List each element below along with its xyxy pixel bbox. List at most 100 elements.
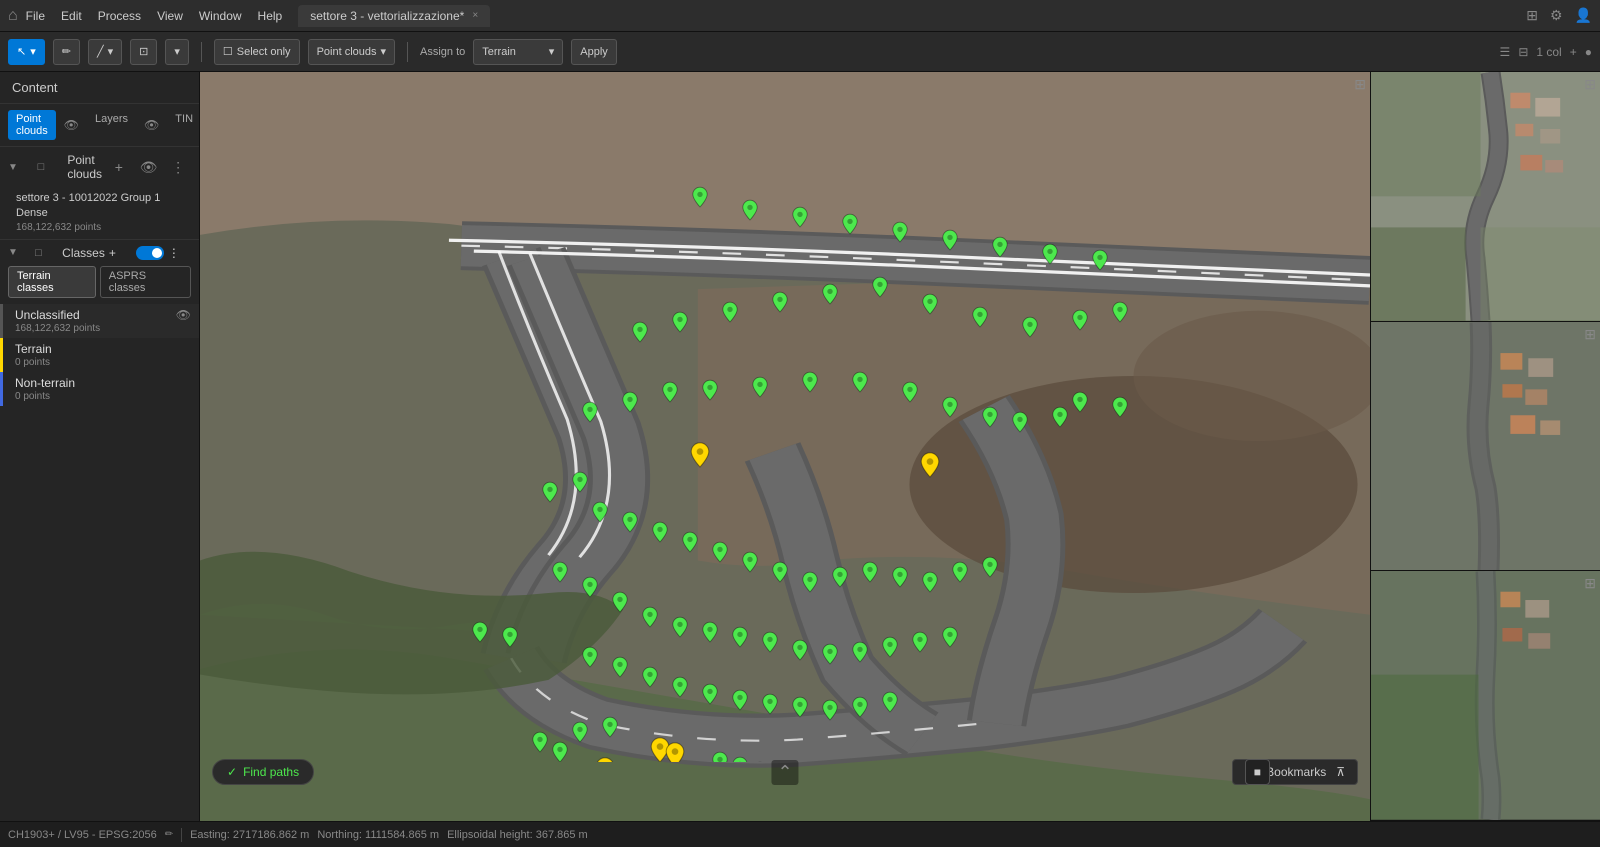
add-col-button[interactable]: + [1570, 45, 1577, 59]
active-tab[interactable]: settore 3 - vettorializzazione* × [298, 5, 490, 27]
assign-to-label: Assign to [420, 46, 465, 58]
main-toolbar: ↖ ▾ ✏ ╱ ▾ ⊡ ▾ ☐ Select only Point clouds… [0, 32, 1600, 72]
point-clouds-dropdown[interactable]: Point clouds ▾ [308, 39, 395, 65]
menu-window[interactable]: Window [199, 9, 242, 23]
draw-icon: ✏ [62, 45, 71, 58]
terrain-dropdown[interactable]: Terrain ▾ [473, 39, 563, 65]
home-icon[interactable]: ⌂ [8, 7, 18, 25]
find-paths-label: Find paths [243, 765, 299, 779]
point-cloud-count: 168,122,632 points [16, 222, 183, 233]
main-area: Content Point clouds 👁 Layers 👁 TIN 👁 ▼ … [0, 72, 1600, 821]
point-cloud-name: settore 3 - 10012022 Group 1 Dense [16, 191, 183, 222]
line-tool-button[interactable]: ╱ ▾ [88, 39, 122, 65]
separator-2 [407, 42, 408, 62]
stop-icon: ■ [1254, 765, 1261, 779]
map-pins-svg [200, 72, 1140, 762]
classes-more-icon[interactable]: ⋮ [168, 246, 191, 260]
tab-point-clouds[interactable]: Point clouds [8, 110, 56, 140]
dot-icon: ● [1585, 45, 1592, 59]
measure-tool-button[interactable]: ⊡ [130, 39, 157, 65]
status-separator [181, 828, 182, 842]
expand-panel-3-icon[interactable]: ⊞ [1584, 575, 1596, 592]
edit-crs-icon[interactable]: ✏ [165, 829, 173, 840]
unclassified-header: Unclassified 👁 [15, 308, 191, 322]
pc-more-icon[interactable]: ⋮ [165, 159, 191, 176]
expand-panel-2-icon[interactable]: ⊞ [1584, 326, 1596, 343]
toolbar-right: ☰ ⊟ 1 col + ● [1500, 45, 1592, 59]
tab-terrain-classes[interactable]: Terrain classes [8, 266, 96, 298]
menu-help[interactable]: Help [258, 9, 283, 23]
point-clouds-header: ▼ □ Point clouds + 👁 ⋮ [0, 147, 199, 187]
collapse-bottom-icon[interactable]: ⌃ [771, 760, 798, 785]
find-paths-button[interactable]: ✓ Find paths [212, 759, 314, 785]
thumbnail-2 [1371, 322, 1600, 571]
pc-visibility-icon[interactable]: 👁 [136, 159, 162, 176]
class-item-terrain: Terrain 0 points [0, 338, 199, 372]
filter-toggle-icon[interactable]: ⊟ [1518, 45, 1528, 59]
grid-icon[interactable]: ⊞ [1526, 7, 1538, 24]
checkbox-icon: ☐ [223, 45, 233, 58]
add-class-button[interactable]: + [109, 246, 132, 260]
line-icon: ╱ [97, 45, 104, 58]
terrain-label: Terrain [15, 342, 52, 356]
apply-button[interactable]: Apply [571, 39, 617, 65]
select-only-button[interactable]: ☐ Select only [214, 39, 300, 65]
terrain-value-label: Terrain [482, 46, 516, 58]
more-tools-button[interactable]: ▾ [165, 39, 189, 65]
right-panel-2: ⊞ [1371, 322, 1600, 572]
menu-file[interactable]: File [26, 9, 45, 23]
height-status: Ellipsoidal height: 367.865 m [447, 829, 588, 841]
content-title: Content [12, 80, 58, 95]
classes-toggle[interactable] [136, 246, 164, 260]
non-terrain-header: Non-terrain [15, 376, 191, 390]
dropdown-chevron-icon: ▾ [381, 45, 387, 58]
menu-edit[interactable]: Edit [61, 9, 82, 23]
classes-collapse-icon[interactable]: ▼ [8, 247, 31, 258]
classes-section: ▼ □ Classes + ⋮ Terrain classes ASPRS cl… [0, 240, 199, 821]
point-clouds-section: ▼ □ Point clouds + 👁 ⋮ settore 3 - 10012… [0, 147, 199, 240]
point-cloud-item: settore 3 - 10012022 Group 1 Dense 168,1… [0, 187, 199, 239]
tab-asprs-classes[interactable]: ASPRS classes [100, 266, 191, 298]
expand-map-icon[interactable]: ⊞ [1354, 76, 1366, 93]
map-viewport[interactable]: ✓ Find paths 🔖 Bookmarks ⊼ ■ ⌃ ⊞ [200, 72, 1370, 821]
stop-recording-button[interactable]: ■ [1245, 759, 1270, 785]
add-point-cloud-button[interactable]: + [106, 159, 132, 175]
right-panel-3: ⊞ [1371, 571, 1600, 821]
thumb-1-svg [1371, 72, 1600, 321]
menu-view[interactable]: View [157, 9, 183, 23]
settings-icon[interactable]: ⚙ [1550, 7, 1563, 24]
filter-icon[interactable]: ☰ [1500, 45, 1511, 59]
thumb-3-svg [1371, 571, 1600, 820]
classes-title: Classes [62, 246, 105, 260]
terrain-dropdown-icon: ▾ [549, 45, 555, 58]
class-item-non-terrain: Non-terrain 0 points [0, 372, 199, 406]
select-dropdown-icon: ▾ [30, 45, 36, 58]
expand-panel-1-icon[interactable]: ⊞ [1584, 76, 1596, 93]
draw-tool-button[interactable]: ✏ [53, 39, 80, 65]
unclassified-visibility-icon[interactable]: 👁 [176, 308, 191, 322]
collapse-icon[interactable]: ▼ [8, 162, 34, 173]
thumbnail-3 [1371, 571, 1600, 820]
northing-status: Northing: 1111584.865 m [317, 829, 439, 841]
select-only-label: Select only [237, 46, 291, 58]
titlebar-actions: ⊞ ⚙ 👤 [1526, 7, 1592, 24]
eye-icon-layers[interactable]: 👁 [136, 110, 167, 140]
apply-label: Apply [580, 46, 608, 58]
right-panels: ⊞ ⊞ [1370, 72, 1600, 821]
pc-icon: □ [38, 161, 64, 173]
eye-icon-point-clouds[interactable]: 👁 [56, 110, 87, 140]
status-bar: CH1903+ / LV95 - EPSG:2056 ✏ Easting: 27… [0, 821, 1600, 847]
close-tab-button[interactable]: × [472, 10, 478, 21]
line-dropdown-icon: ▾ [108, 45, 114, 58]
tab-tin[interactable]: TIN [167, 110, 200, 140]
account-icon[interactable]: 👤 [1575, 7, 1592, 24]
classes-header: ▼ □ Classes + ⋮ [0, 240, 199, 266]
thumb-2-svg [1371, 322, 1600, 571]
terrain-header: Terrain [15, 342, 191, 356]
tab-label: settore 3 - vettorializzazione* [310, 9, 464, 23]
sidebar-view-tabs: Point clouds 👁 Layers 👁 TIN 👁 [0, 104, 199, 147]
select-tool-button[interactable]: ↖ ▾ [8, 39, 45, 65]
titlebar: ⌂ File Edit Process View Window Help set… [0, 0, 1600, 32]
tab-layers[interactable]: Layers [87, 110, 136, 140]
menu-process[interactable]: Process [98, 9, 141, 23]
